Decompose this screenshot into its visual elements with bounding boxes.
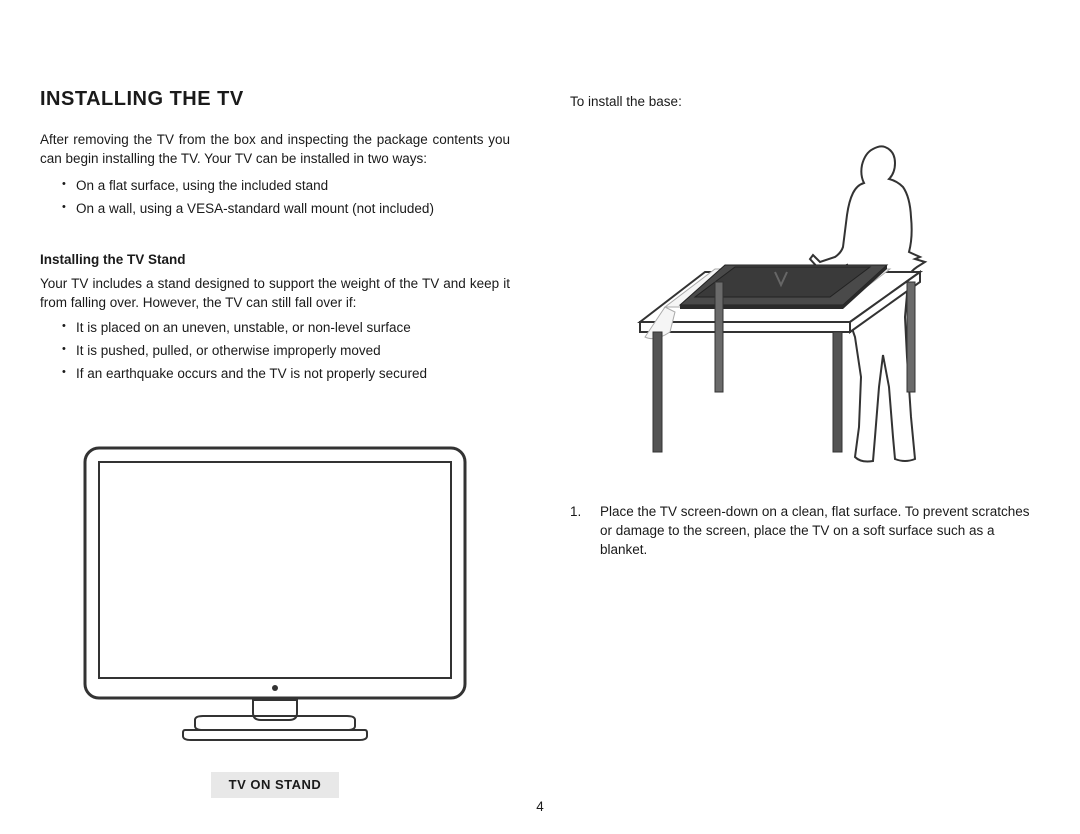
page-number: 4 <box>40 798 1040 817</box>
tv-on-stand-figure: TV ON STAND <box>40 438 510 798</box>
install-steps: 1. Place the TV screen-down on a clean, … <box>570 503 1040 560</box>
list-item: On a flat surface, using the included st… <box>62 177 510 196</box>
install-base-intro: To install the base: <box>570 93 1040 112</box>
step-text: Place the TV screen-down on a clean, fla… <box>600 504 1029 557</box>
list-item: It is pushed, pulled, or otherwise impro… <box>62 342 510 361</box>
tv-on-stand-icon <box>75 438 475 748</box>
stand-intro: Your TV includes a stand designed to sup… <box>40 275 510 313</box>
step-number: 1. <box>570 503 581 522</box>
install-ways-list: On a flat surface, using the included st… <box>40 177 510 223</box>
install-base-figure <box>570 137 1040 483</box>
tv-stand-caption: TV ON STAND <box>211 772 340 798</box>
step-item: 1. Place the TV screen-down on a clean, … <box>570 503 1040 560</box>
stand-heading: Installing the TV Stand <box>40 251 510 270</box>
page-heading: INSTALLING THE TV <box>40 85 510 113</box>
list-item: It is placed on an uneven, unstable, or … <box>62 319 510 338</box>
list-item: On a wall, using a VESA-standard wall mo… <box>62 200 510 219</box>
person-placing-tv-icon <box>625 137 985 477</box>
intro-paragraph: After removing the TV from the box and i… <box>40 131 510 169</box>
fall-reasons-list: It is placed on an uneven, unstable, or … <box>40 319 510 388</box>
list-item: If an earthquake occurs and the TV is no… <box>62 365 510 384</box>
